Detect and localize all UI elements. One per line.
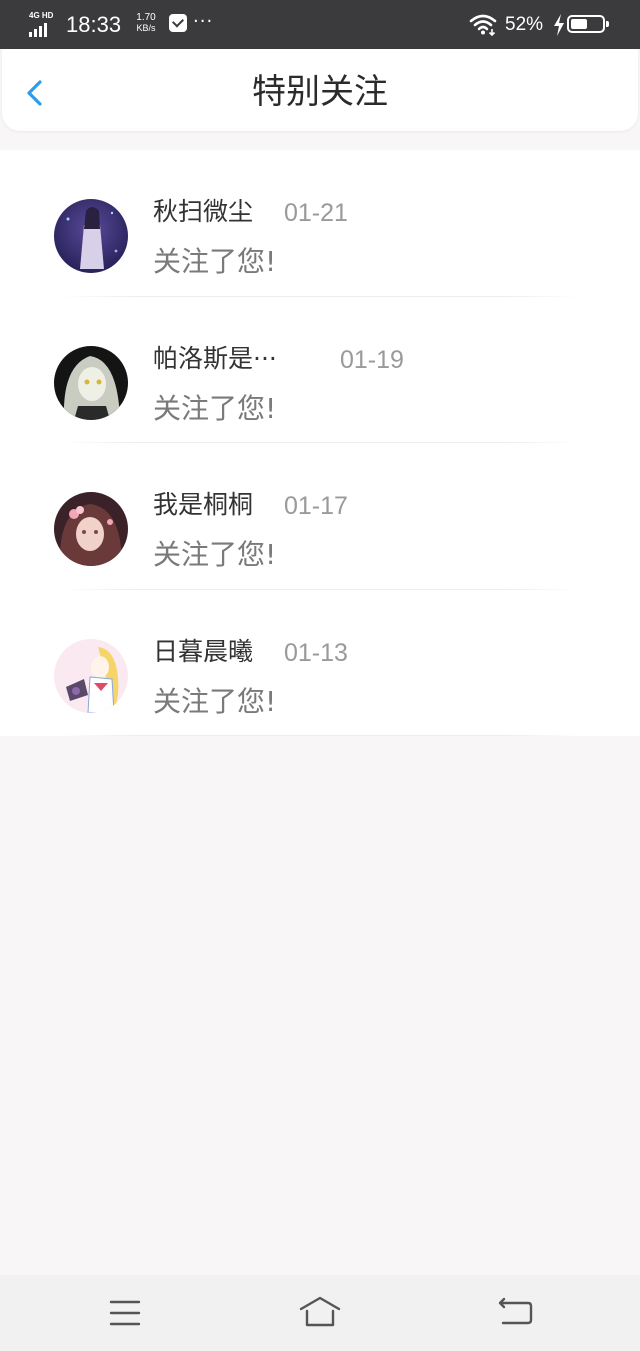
menu-icon	[109, 1300, 141, 1326]
network-speed-value: 1.70	[136, 12, 156, 23]
status-time: 18:33	[66, 12, 122, 37]
follow-date: 01-17	[284, 492, 348, 520]
home-button[interactable]	[298, 1293, 342, 1333]
more-notifications-icon: ···	[193, 11, 214, 32]
follow-message: 关注了您!	[153, 391, 277, 425]
battery-percent: 52%	[505, 14, 544, 35]
follow-message: 关注了您!	[153, 538, 277, 571]
return-icon	[498, 1297, 533, 1325]
status-bar: 4G HD 18:33 1.70 KB/s ··· 52%	[0, 0, 640, 49]
notification-message-icon	[169, 14, 187, 32]
list-item[interactable]: 帕洛斯是··· 01-19 关注了您!	[0, 297, 640, 443]
avatar[interactable]	[54, 492, 128, 566]
follow-date: 01-13	[284, 638, 348, 667]
list-item[interactable]: 日暮晨曦 01-13 关注了您!	[0, 590, 640, 736]
follow-message: 关注了您!	[153, 684, 277, 718]
home-icon	[299, 1296, 341, 1327]
page-title: 特别关注	[252, 72, 388, 112]
battery-icon	[567, 15, 609, 33]
user-name: 日暮晨曦	[153, 636, 254, 666]
network-type: 4G HD	[29, 11, 54, 20]
header: 特别关注	[2, 49, 638, 131]
special-follow-list: 秋扫微尘 01-21 关注了您! 帕洛斯是··· 01-19 关注了您! 我是桐…	[0, 150, 640, 736]
user-name: 帕洛斯是···	[153, 343, 277, 373]
network-speed-unit: KB/s	[136, 23, 156, 33]
avatar[interactable]	[54, 199, 128, 273]
network-speed: 1.70 KB/s	[131, 12, 161, 34]
divider	[60, 735, 580, 736]
back-nav-button[interactable]	[493, 1293, 537, 1333]
list-item[interactable]: 我是桐桐 01-17 关注了您!	[0, 443, 640, 590]
avatar[interactable]	[54, 345, 128, 420]
user-name: 秋扫微尘	[153, 197, 254, 226]
follow-message: 关注了您!	[153, 245, 277, 278]
wifi-icon	[469, 14, 497, 36]
follow-date: 01-21	[284, 199, 348, 227]
cellular-signal-icon: 4G HD	[29, 11, 59, 37]
system-nav-bar	[0, 1275, 640, 1351]
follow-date: 01-19	[340, 345, 404, 374]
avatar[interactable]	[54, 638, 128, 713]
user-name: 我是桐桐	[153, 490, 254, 519]
menu-button[interactable]	[103, 1293, 147, 1333]
list-item[interactable]: 秋扫微尘 01-21 关注了您!	[0, 150, 640, 297]
charging-bolt-icon	[554, 14, 564, 36]
